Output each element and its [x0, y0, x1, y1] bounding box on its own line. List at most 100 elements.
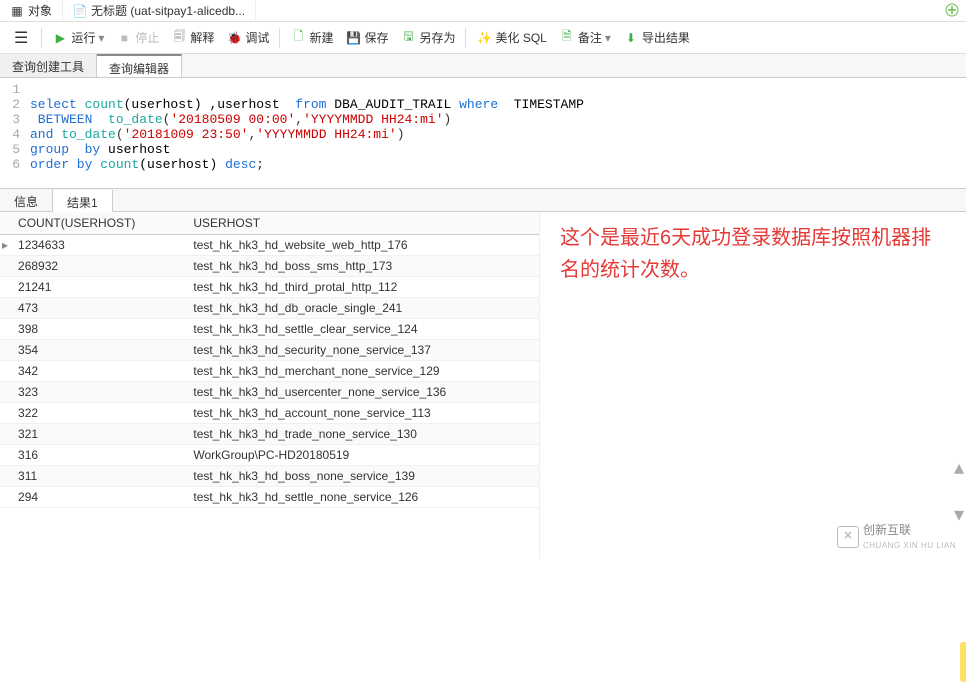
cell-userhost: test_hk_hk3_hd_account_none_service_113	[185, 403, 539, 424]
tab-untitled[interactable]: 📄 无标题 (uat-sitpay1-alicedb...	[63, 0, 256, 21]
col-count[interactable]: COUNT(USERHOST)	[10, 212, 185, 235]
tab-object[interactable]: ▦ 对象	[0, 0, 63, 21]
sql-editor[interactable]: 1 2select count(userhost) ,userhost from…	[0, 78, 966, 188]
cell-count: 294	[10, 487, 185, 508]
table-row[interactable]: 311test_hk_hk3_hd_boss_none_service_139	[0, 466, 539, 487]
tab-info-label: 信息	[14, 195, 38, 209]
stop-label: 停止	[135, 29, 159, 46]
cell-userhost: test_hk_hk3_hd_usercenter_none_service_1…	[185, 382, 539, 403]
cell-userhost: test_hk_hk3_hd_boss_none_service_139	[185, 466, 539, 487]
col-userhost[interactable]: USERHOST	[185, 212, 539, 235]
stop-button[interactable]: ■停止	[111, 26, 164, 49]
row-marker	[0, 256, 10, 277]
kw-orderby: order by	[30, 157, 92, 172]
table-row[interactable]: 268932test_hk_hk3_hd_boss_sms_http_173	[0, 256, 539, 277]
table-icon: ▦	[10, 4, 24, 18]
kw-from: from	[295, 97, 326, 112]
sql-file-icon: 📄	[73, 4, 87, 18]
tab-query-builder[interactable]: 查询创建工具	[0, 54, 97, 77]
tab-query-editor-label: 查询编辑器	[109, 62, 169, 76]
sql-string: '20180509 00:00'	[170, 112, 295, 127]
tab-object-label: 对象	[28, 2, 52, 19]
cell-count: 342	[10, 361, 185, 382]
new-button[interactable]: 🗋新建	[285, 26, 338, 49]
title-tab-bar: ▦ 对象 📄 无标题 (uat-sitpay1-alicedb...	[0, 0, 966, 22]
cell-userhost: test_hk_hk3_hd_merchant_none_service_129	[185, 361, 539, 382]
table-row[interactable]: 398test_hk_hk3_hd_settle_clear_service_1…	[0, 319, 539, 340]
add-tab-button[interactable]	[944, 2, 960, 18]
table-row[interactable]: 316WorkGroup\PC-HD20180519	[0, 445, 539, 466]
save-button[interactable]: 💾保存	[340, 26, 393, 49]
stop-icon: ■	[116, 30, 132, 46]
table-row[interactable]: 321test_hk_hk3_hd_trade_none_service_130	[0, 424, 539, 445]
cell-count: 321	[10, 424, 185, 445]
sql-string: '20181009 23:50'	[124, 127, 249, 142]
explain-button[interactable]: 🗐解释	[166, 26, 219, 49]
row-marker	[0, 277, 10, 298]
result-area: COUNT(USERHOST) USERHOST ▸1234633test_hk…	[0, 212, 966, 559]
sql-text: ;	[256, 157, 264, 172]
table-body: ▸1234633test_hk_hk3_hd_website_web_http_…	[0, 235, 539, 508]
export-button[interactable]: ⬇导出结果	[618, 26, 695, 49]
table-row[interactable]: 322test_hk_hk3_hd_account_none_service_1…	[0, 403, 539, 424]
cell-count: 21241	[10, 277, 185, 298]
sql-text: DBA_AUDIT_TRAIL	[326, 97, 459, 112]
row-marker	[0, 487, 10, 508]
table-row[interactable]: ▸1234633test_hk_hk3_hd_website_web_http_…	[0, 235, 539, 256]
fn-todate: to_date	[53, 127, 115, 142]
cell-userhost: test_hk_hk3_hd_third_protal_http_112	[185, 277, 539, 298]
table-row[interactable]: 354test_hk_hk3_hd_security_none_service_…	[0, 340, 539, 361]
sql-text: (userhost)	[139, 157, 225, 172]
cell-userhost: test_hk_hk3_hd_settle_none_service_126	[185, 487, 539, 508]
cell-count: 1234633	[10, 235, 185, 256]
cell-userhost: test_hk_hk3_hd_db_oracle_single_241	[185, 298, 539, 319]
kw-and: and	[30, 127, 53, 142]
tab-info[interactable]: 信息	[0, 189, 53, 211]
sql-text: TIMESTAMP	[498, 97, 584, 112]
cell-count: 323	[10, 382, 185, 403]
row-marker	[0, 319, 10, 340]
table-header-row: COUNT(USERHOST) USERHOST	[0, 212, 539, 235]
editor-tabs: 查询创建工具 查询编辑器	[0, 54, 966, 78]
watermark-text: 创新互联	[863, 521, 956, 540]
table-row[interactable]: 473test_hk_hk3_hd_db_oracle_single_241	[0, 298, 539, 319]
row-marker: ▸	[0, 235, 10, 256]
table-row[interactable]: 294test_hk_hk3_hd_settle_none_service_12…	[0, 487, 539, 508]
beautify-button[interactable]: ✨美化 SQL	[471, 26, 551, 49]
saveas-icon: 🖫	[400, 30, 416, 46]
menu-button[interactable]: ☰	[6, 24, 36, 52]
cell-count: 473	[10, 298, 185, 319]
result-table: COUNT(USERHOST) USERHOST ▸1234633test_hk…	[0, 212, 539, 508]
cell-userhost: WorkGroup\PC-HD20180519	[185, 445, 539, 466]
saveas-button[interactable]: 🖫另存为	[395, 26, 460, 49]
run-button[interactable]: ▶运行▾	[47, 26, 109, 49]
table-row[interactable]: 21241test_hk_hk3_hd_third_protal_http_11…	[0, 277, 539, 298]
export-icon: ⬇	[623, 30, 639, 46]
table-row[interactable]: 323test_hk_hk3_hd_usercenter_none_servic…	[0, 382, 539, 403]
watermark: ✕ 创新互联 CHUANG XIN HU LIAN	[837, 521, 956, 553]
run-label: 运行	[71, 29, 95, 46]
debug-button[interactable]: 🐞调试	[221, 26, 274, 49]
cell-userhost: test_hk_hk3_hd_trade_none_service_130	[185, 424, 539, 445]
dropdown-icon: ▾	[605, 31, 611, 45]
sql-text: (userhost) ,userhost	[124, 97, 296, 112]
kw-select: select	[30, 97, 77, 112]
cell-count: 322	[10, 403, 185, 424]
separator	[41, 28, 42, 48]
toolbar: ☰ ▶运行▾ ■停止 🗐解释 🐞调试 🗋新建 💾保存 🖫另存为 ✨美化 SQL …	[0, 22, 966, 54]
tab-result1[interactable]: 结果1	[53, 190, 113, 212]
scroll-up-icon[interactable]: ▴	[954, 452, 964, 484]
row-marker	[0, 403, 10, 424]
tab-query-editor[interactable]: 查询编辑器	[97, 54, 182, 77]
cell-count: 398	[10, 319, 185, 340]
comment-button[interactable]: 🗎备注▾	[554, 26, 616, 49]
line-number: 4	[0, 127, 30, 142]
tab-result1-label: 结果1	[67, 196, 98, 210]
result-table-wrap[interactable]: COUNT(USERHOST) USERHOST ▸1234633test_hk…	[0, 212, 540, 559]
save-icon: 💾	[345, 30, 361, 46]
highlight-strip	[960, 642, 966, 682]
cell-count: 311	[10, 466, 185, 487]
row-marker	[0, 298, 10, 319]
comment-label: 备注	[578, 29, 602, 46]
table-row[interactable]: 342test_hk_hk3_hd_merchant_none_service_…	[0, 361, 539, 382]
